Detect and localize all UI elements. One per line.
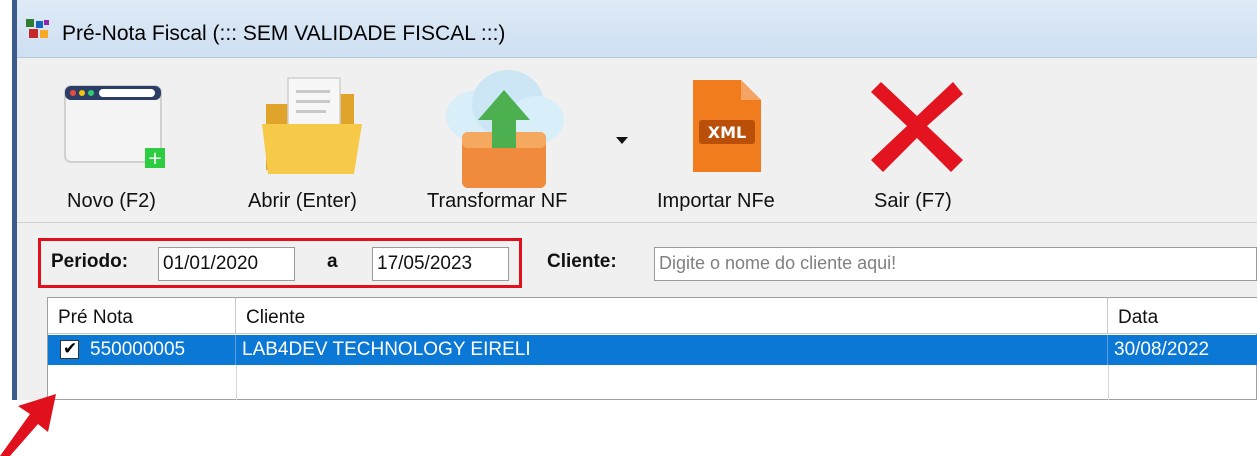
new-window-icon: + xyxy=(64,85,165,169)
client-search-input[interactable]: Digite o nome do cliente aqui! xyxy=(654,247,1257,281)
new-button[interactable]: + Novo (F2) xyxy=(47,58,187,223)
app-logo-icon xyxy=(26,19,49,38)
svg-text:+: + xyxy=(147,148,162,169)
import-nfe-button[interactable]: XML Importar NFe xyxy=(647,58,807,223)
toolbar: + Novo (F2) Abrir (Enter) Transformar NF… xyxy=(17,58,1257,223)
window-title: Pré-Nota Fiscal (::: SEM VALIDADE FISCAL… xyxy=(62,22,506,45)
title-bar: Pré-Nota Fiscal (::: SEM VALIDADE FISCAL… xyxy=(17,0,1257,58)
cell-pre-nota: 550000005 xyxy=(84,335,236,365)
cloud-upload-icon xyxy=(446,70,564,188)
client-label: Cliente: xyxy=(547,251,617,272)
close-x-icon xyxy=(871,82,963,172)
svg-text:XML: XML xyxy=(708,123,746,142)
column-header-data[interactable]: Data xyxy=(1108,298,1257,334)
annotation-arrow-icon xyxy=(0,394,56,456)
checkmark-icon: ✔ xyxy=(63,339,78,359)
app-window: Pré-Nota Fiscal (::: SEM VALIDADE FISCAL… xyxy=(17,0,1257,400)
new-button-label: Novo (F2) xyxy=(67,190,156,212)
grid-column-divider xyxy=(1108,365,1109,400)
date-to-input[interactable]: 17/05/2023 xyxy=(372,247,509,281)
column-header-cliente[interactable]: Cliente xyxy=(236,298,1108,334)
open-button-label: Abrir (Enter) xyxy=(248,190,357,212)
chevron-down-icon[interactable] xyxy=(615,136,629,146)
date-from-input[interactable]: 01/01/2020 xyxy=(158,247,295,281)
row-checkbox[interactable]: ✔ xyxy=(60,339,79,359)
exit-button[interactable]: Sair (F7) xyxy=(847,58,977,223)
xml-file-icon: XML xyxy=(693,80,761,172)
filter-bar: Periodo: 01/01/2020 a 17/05/2023 Cliente… xyxy=(17,224,1257,294)
cell-cliente: LAB4DEV TECHNOLOGY EIRELI xyxy=(236,335,1108,365)
transform-nf-button[interactable]: Transformar NF xyxy=(422,58,637,223)
period-label: Periodo: xyxy=(51,251,129,272)
table-row[interactable]: ✔ 550000005 LAB4DEV TECHNOLOGY EIRELI 30… xyxy=(48,335,1257,365)
exit-button-label: Sair (F7) xyxy=(874,190,952,212)
import-nfe-button-label: Importar NFe xyxy=(657,190,775,212)
column-header-pre-nota[interactable]: Pré Nota xyxy=(48,298,236,334)
cell-data: 30/08/2022 xyxy=(1114,339,1210,360)
pre-nota-grid: Pré Nota Cliente Data ✔ 550000005 LAB4DE… xyxy=(47,297,1257,400)
open-button[interactable]: Abrir (Enter) xyxy=(242,58,392,223)
period-separator: a xyxy=(327,251,338,272)
grid-column-divider xyxy=(236,365,237,400)
grid-header: Pré Nota Cliente Data xyxy=(48,298,1257,334)
folder-open-icon xyxy=(262,77,362,174)
transform-nf-button-label: Transformar NF xyxy=(427,190,568,212)
